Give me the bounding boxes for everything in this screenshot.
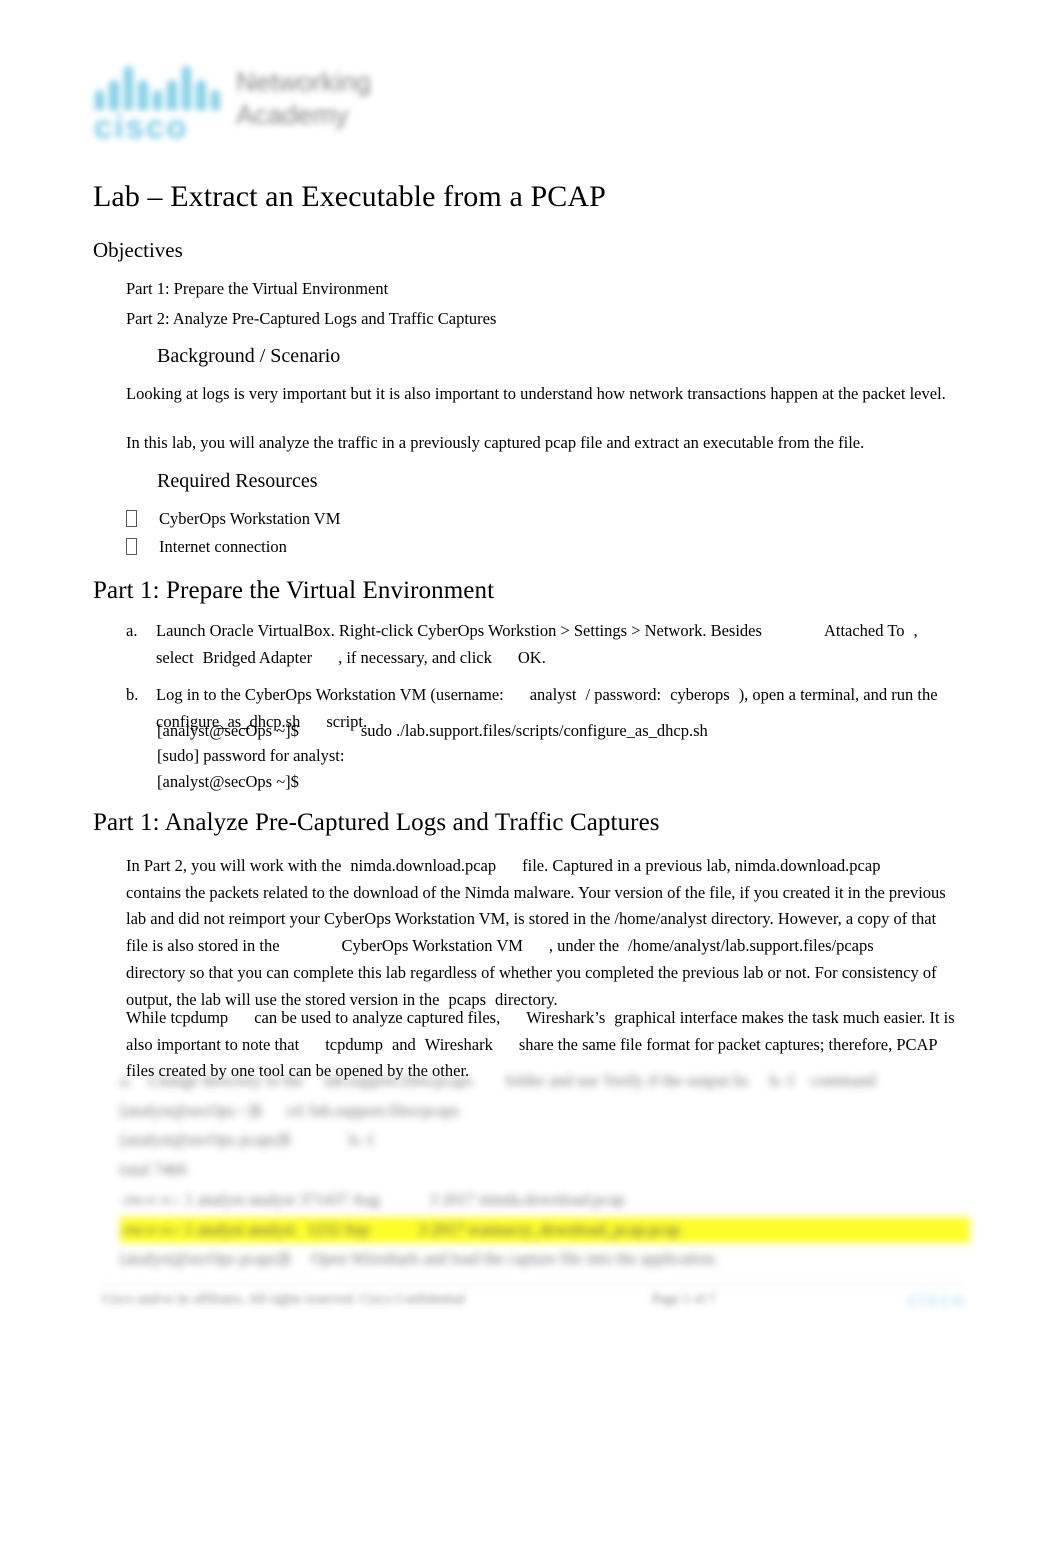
terminal-line-1: [analyst@secOps ~]$ sudo ./lab.support.fi…: [157, 718, 708, 743]
page-footer: Cisco and/or its affiliates. All rights …: [92, 1284, 970, 1322]
list-item-label: CyberOps Workstation VM: [159, 509, 341, 528]
cisco-wordmark: cisco: [94, 108, 189, 145]
footer-page-number: Page 1 of 7: [652, 1292, 716, 1307]
terminal-command: sudo ./lab.support.files/scripts/configu…: [360, 721, 708, 740]
note-seg1: While tcpdump: [126, 1008, 229, 1027]
step-b-seg3: ), open a terminal, and run the: [738, 685, 938, 705]
networking-academy-text: Networking Academy: [236, 58, 371, 132]
step-a-bold2: Bridged Adapter: [202, 647, 313, 667]
intro-bold4: /home/analyst/lab.support.files/pcaps: [628, 936, 874, 956]
footer-cisco-logo: cisco: [907, 1290, 966, 1311]
background-paragraph-2: In this lab, you will analyze the traffi…: [126, 433, 865, 452]
step-b-bold2: cyberops: [670, 685, 730, 705]
redacted-line: total 7460: [120, 1160, 187, 1180]
redacted-line-highlighted: -rw-r--r-- 1 analyst analyst 1232 Sep 3 …: [120, 1216, 970, 1244]
step-marker: b.: [126, 685, 139, 705]
redacted-content-block: a. Change directory to the lab.support.f…: [120, 1068, 970, 1276]
terminal-prompt: [analyst@secOps ~]$: [157, 721, 299, 740]
objectives-heading: Objectives: [93, 238, 183, 262]
step-b-bold1: analyst: [529, 685, 577, 705]
document-page: cisco Networking Academy Lab – Extract a…: [0, 0, 1062, 1561]
background-scenario-heading: Background / Scenario: [157, 345, 341, 367]
step-a-seg2: ,: [913, 621, 918, 640]
required-resources-heading: Required Resources: [157, 470, 318, 492]
redacted-line: -rw-r--r-- 1 analyst analyst 371437 Aug …: [120, 1189, 625, 1209]
intro-bold2: nimda.download.pcap: [734, 856, 881, 875]
redacted-line: [analyst@secOps pcaps]$ Open Wireshark a…: [120, 1249, 718, 1269]
objectives-list: Part 1: Prepare the Virtual Environment …: [126, 274, 496, 334]
terminal-line-2: [sudo] password for analyst:: [157, 746, 345, 766]
cisco-logo-icon: cisco: [92, 58, 220, 144]
list-item: Internet connection: [126, 533, 340, 561]
part2-heading: Part 1: Analyze Pre-Captured Logs and Tr…: [93, 809, 660, 836]
note-seg4: and: [391, 1034, 416, 1054]
step-marker: a.: [126, 621, 138, 640]
redacted-line: a. Change directory to the lab.support.f…: [120, 1071, 876, 1090]
note-bold3: Wireshark: [424, 1034, 493, 1054]
step-a-seg1: Launch Oracle VirtualBox. Right-click Cy…: [156, 621, 762, 640]
note-bold1: Wireshark’s: [526, 1008, 606, 1027]
cisco-bars-icon: [95, 64, 220, 110]
intro-bold3: CyberOps Workstation VM: [341, 936, 523, 956]
redacted-line: [analyst@secOps pcaps]$ ls -l: [120, 1130, 374, 1150]
redacted-line: [analyst@secOps ~]$ cd /lab.support.file…: [120, 1100, 460, 1120]
step-a: a. Launch Oracle VirtualBox. Right-click…: [126, 618, 956, 671]
step-text: Launch Oracle VirtualBox. Right-click Cy…: [156, 618, 956, 671]
required-resources-list: CyberOps Workstation VM Internet connect…: [126, 505, 340, 562]
objective-item: Part 2: Analyze Pre-Captured Logs and Tr…: [126, 309, 497, 329]
part2-intro-paragraph: In Part 2, you will work with the nimda.d…: [126, 853, 958, 1013]
part1-heading: Part 1: Prepare the Virtual Environment: [93, 577, 495, 604]
note-seg2: can be used to analyze captured files,: [254, 1008, 501, 1027]
footer-divider: [100, 1284, 962, 1285]
cisco-networking-academy-logo: cisco Networking Academy: [92, 58, 462, 150]
step-a-bold3: OK.: [517, 647, 546, 667]
list-item: CyberOps Workstation VM: [126, 505, 340, 533]
terminal-line-3: [analyst@secOps ~]$: [157, 771, 299, 791]
step-a-bold1: Attached To: [823, 621, 905, 640]
list-item-label: Internet connection: [159, 537, 287, 557]
page-title: Lab – Extract an Executable from a PCAP: [93, 180, 606, 213]
background-paragraph-1: Looking at logs is very important but it…: [126, 384, 946, 403]
intro-seg4: , under the: [548, 936, 620, 956]
objective-item: Part 1: Prepare the Virtual Environment: [126, 279, 389, 298]
intro-bold1: nimda.download.pcap: [350, 856, 497, 875]
intro-seg2: file. Captured in a previous lab,: [522, 856, 731, 875]
missing-glyph-bullet-icon: [126, 538, 137, 556]
terminal-output-block: [analyst@secOps ~]$ sudo ./lab.support.fi…: [157, 718, 708, 794]
step-a-seg4: , if necessary, and click: [338, 647, 492, 667]
note-bold2: tcpdump: [325, 1034, 383, 1054]
brand-line-1: Networking: [236, 67, 372, 97]
missing-glyph-bullet-icon: [126, 510, 137, 527]
brand-line-2: Academy: [236, 99, 349, 130]
step-b-seg1: Log in to the CyberOps Workstation VM (u…: [156, 685, 504, 705]
footer-copyright: Cisco and/or its affiliates. All rights …: [102, 1292, 465, 1307]
step-a-seg3: select: [156, 647, 194, 667]
intro-seg1: In Part 2, you will work with the: [126, 856, 342, 875]
step-b-seg2: / password:: [585, 685, 662, 705]
